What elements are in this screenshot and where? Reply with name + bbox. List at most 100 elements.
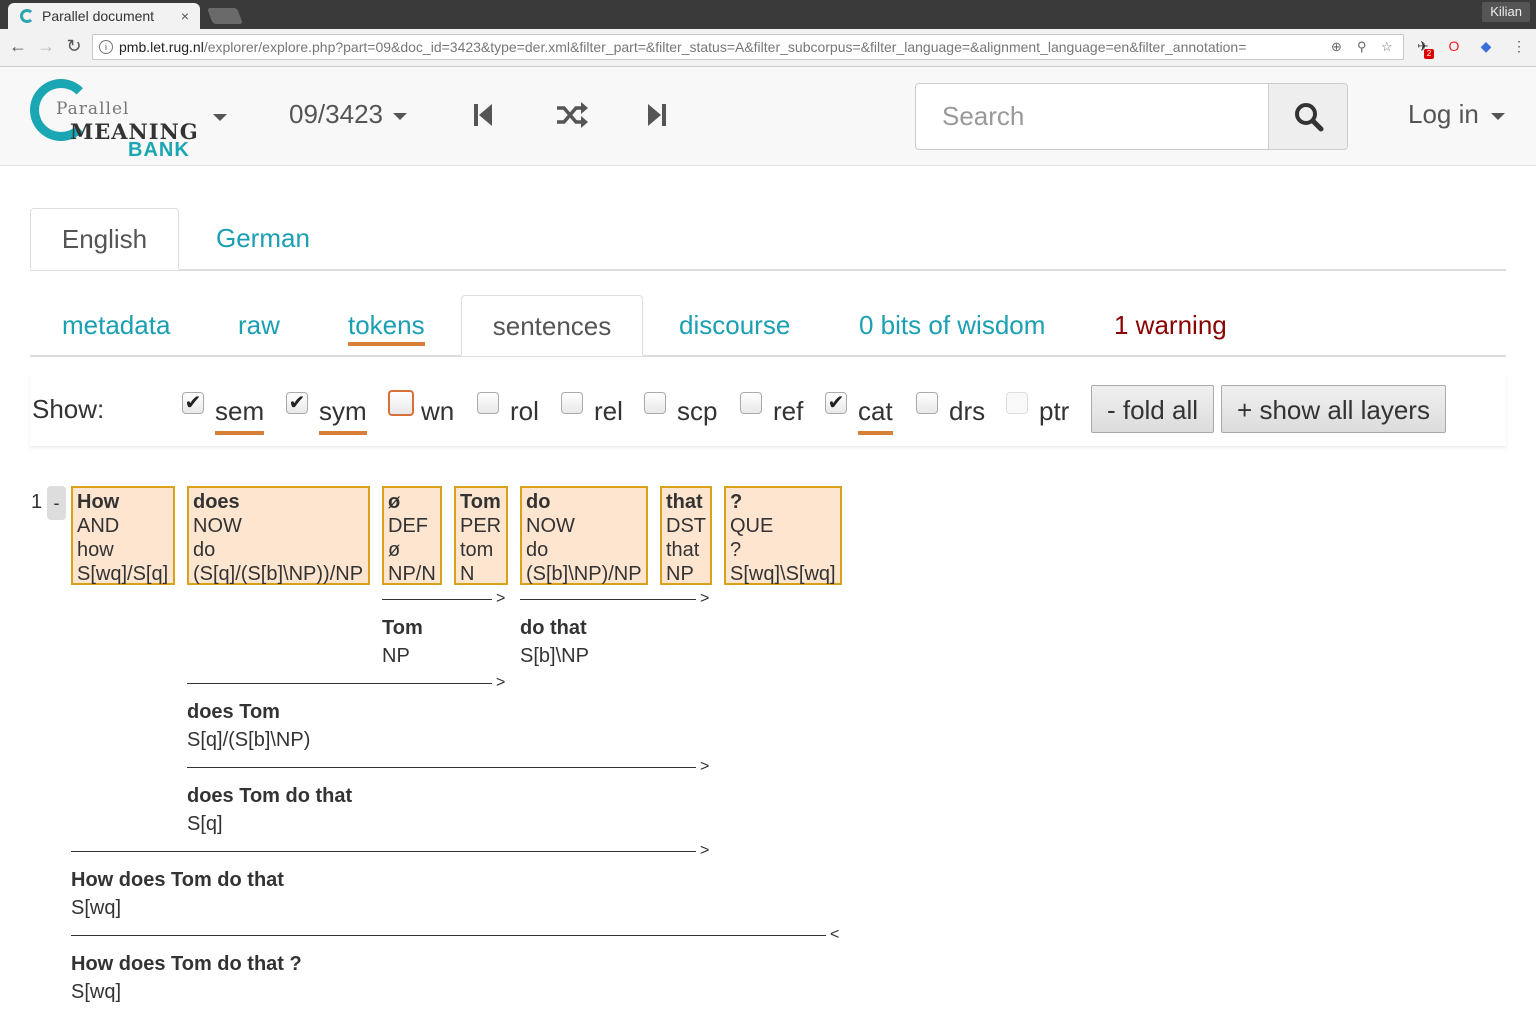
tab-german[interactable]: German [216, 208, 310, 268]
token-cat: S[wq]\S[wq] [730, 563, 836, 585]
chevron-down-icon [1490, 112, 1505, 120]
token-sem: NOW [193, 515, 242, 537]
token-word: How [77, 491, 120, 513]
token-box[interactable]: do NOW do (S[b]\NP)/NP [520, 486, 648, 585]
token-box[interactable]: ø DEF ø NP/N [382, 486, 442, 585]
node-words: Tom [382, 617, 423, 639]
pmb-logo[interactable]: Parallel MEANING BANK [30, 77, 205, 161]
language-tabs: English German [30, 208, 1506, 271]
combination-line [187, 767, 696, 768]
token-box[interactable]: Tom PER tom N [454, 486, 508, 585]
combination-line [71, 935, 826, 936]
combination-line [71, 851, 696, 852]
token-cat: NP/N [388, 563, 436, 585]
token-cat: (S[q]/(S[b]\NP))/NP [193, 563, 364, 585]
tab-discourse[interactable]: discourse [679, 295, 790, 355]
tab-bits-of-wisdom[interactable]: 0 bits of wisdom [859, 295, 1045, 355]
tab-tokens[interactable]: tokens [348, 295, 425, 355]
rel-label: rel [594, 396, 623, 426]
token-sym: do [526, 539, 549, 561]
last-document-icon[interactable] [643, 101, 671, 129]
logo-text-bank: BANK [128, 139, 190, 161]
profile-button[interactable]: Kilian [1482, 2, 1530, 22]
wn-label: wn [421, 396, 455, 426]
site-info-icon[interactable]: i [99, 40, 113, 54]
token-cat: S[wq]/S[q] [77, 563, 169, 585]
first-document-icon[interactable] [469, 101, 497, 129]
node-category: S[q]/(S[b]\NP) [187, 729, 311, 751]
node-category: NP [382, 645, 410, 667]
scp-checkbox[interactable] [644, 392, 666, 414]
rule-direction: > [700, 758, 710, 775]
address-url: pmb.let.rug.nl/explorer/explore.php?part… [119, 39, 1247, 55]
node-words: How does Tom do that ? [71, 953, 302, 975]
node-category: S[b]\NP [520, 645, 589, 667]
tab-metadata[interactable]: metadata [62, 295, 170, 355]
tab-raw[interactable]: raw [238, 295, 280, 355]
token-sym: that [666, 539, 700, 561]
opera-icon[interactable]: O [1445, 37, 1463, 55]
rule-direction: > [700, 842, 710, 859]
token-box[interactable]: does NOW do (S[q]/(S[b]\NP))/NP [187, 486, 370, 585]
random-document-icon[interactable] [555, 101, 589, 129]
token-sem: DEF [388, 515, 428, 537]
paint-icon[interactable]: ⚲ [1357, 35, 1367, 59]
token-sem: DST [666, 515, 706, 537]
search-input[interactable] [916, 84, 1268, 149]
scp-label: scp [677, 396, 718, 426]
login-menu[interactable]: Log in [1408, 99, 1505, 130]
rol-checkbox[interactable] [477, 392, 499, 414]
sem-label: sem [215, 396, 265, 435]
ref-label: ref [773, 396, 804, 426]
node-category: S[wq] [71, 981, 122, 1003]
wn-checkbox[interactable] [388, 390, 414, 416]
cat-checkbox[interactable]: ✔ [825, 392, 847, 414]
layer-options-bar: Show: ✔ sem ✔ sym wn rol rel scp ref ✔ c… [30, 374, 1506, 446]
reload-icon[interactable]: ↻ [64, 36, 84, 56]
token-box[interactable]: ? QUE ? S[wq]\S[wq] [724, 486, 842, 585]
token-word: do [526, 491, 551, 513]
fold-sentence-button[interactable]: - [47, 486, 66, 520]
token-word: does [193, 491, 240, 513]
logo-dropdown-chevron-icon[interactable] [213, 114, 227, 121]
back-arrow-icon[interactable]: ← [8, 36, 28, 56]
ptr-checkbox[interactable] [1006, 392, 1028, 414]
token-word: that [666, 491, 703, 513]
token-box[interactable]: that DST that NP [660, 486, 712, 585]
document-selector[interactable]: 09/3423 [289, 99, 407, 130]
rol-label: rol [510, 396, 539, 426]
browser-tab[interactable]: Parallel document × [8, 3, 200, 29]
show-all-layers-button[interactable]: + show all layers [1221, 385, 1446, 433]
rule-direction: < [830, 926, 840, 943]
login-label: Log in [1408, 99, 1479, 129]
tab-english[interactable]: English [30, 208, 179, 270]
menu-dots-icon[interactable]: ⋮ [1510, 37, 1528, 55]
close-tab-icon[interactable]: × [176, 8, 194, 24]
fold-all-button[interactable]: - fold all [1091, 385, 1214, 433]
new-tab-button[interactable] [207, 8, 243, 24]
cat-label: cat [858, 396, 893, 435]
search-button[interactable] [1268, 84, 1347, 149]
token-sem: NOW [526, 515, 575, 537]
bookmark-star-icon[interactable]: ☆ [1381, 35, 1393, 59]
drs-checkbox[interactable] [916, 392, 938, 414]
token-sym: how [77, 539, 114, 561]
node-category: S[q] [187, 813, 223, 835]
tab-warnings[interactable]: 1 warning [1114, 295, 1227, 355]
token-sym: do [193, 539, 216, 561]
address-bar[interactable]: i pmb.let.rug.nl/explorer/explore.php?pa… [92, 34, 1404, 60]
rel-checkbox[interactable] [561, 392, 583, 414]
ref-checkbox[interactable] [740, 392, 762, 414]
tab-sentences[interactable]: sentences [461, 295, 643, 356]
forward-arrow-icon[interactable]: → [36, 36, 56, 56]
token-cat: N [460, 563, 475, 585]
graduation-cap-icon[interactable]: ◆ [1477, 37, 1495, 55]
combination-line [520, 599, 696, 600]
zoom-icon[interactable]: ⊕ [1331, 35, 1342, 59]
document-id: 09/3423 [289, 99, 383, 129]
sym-checkbox[interactable]: ✔ [286, 392, 308, 414]
token-box[interactable]: How AND how S[wq]/S[q] [71, 486, 175, 585]
combination-line [187, 683, 492, 684]
sem-checkbox[interactable]: ✔ [182, 392, 204, 414]
rule-direction: > [700, 590, 710, 607]
